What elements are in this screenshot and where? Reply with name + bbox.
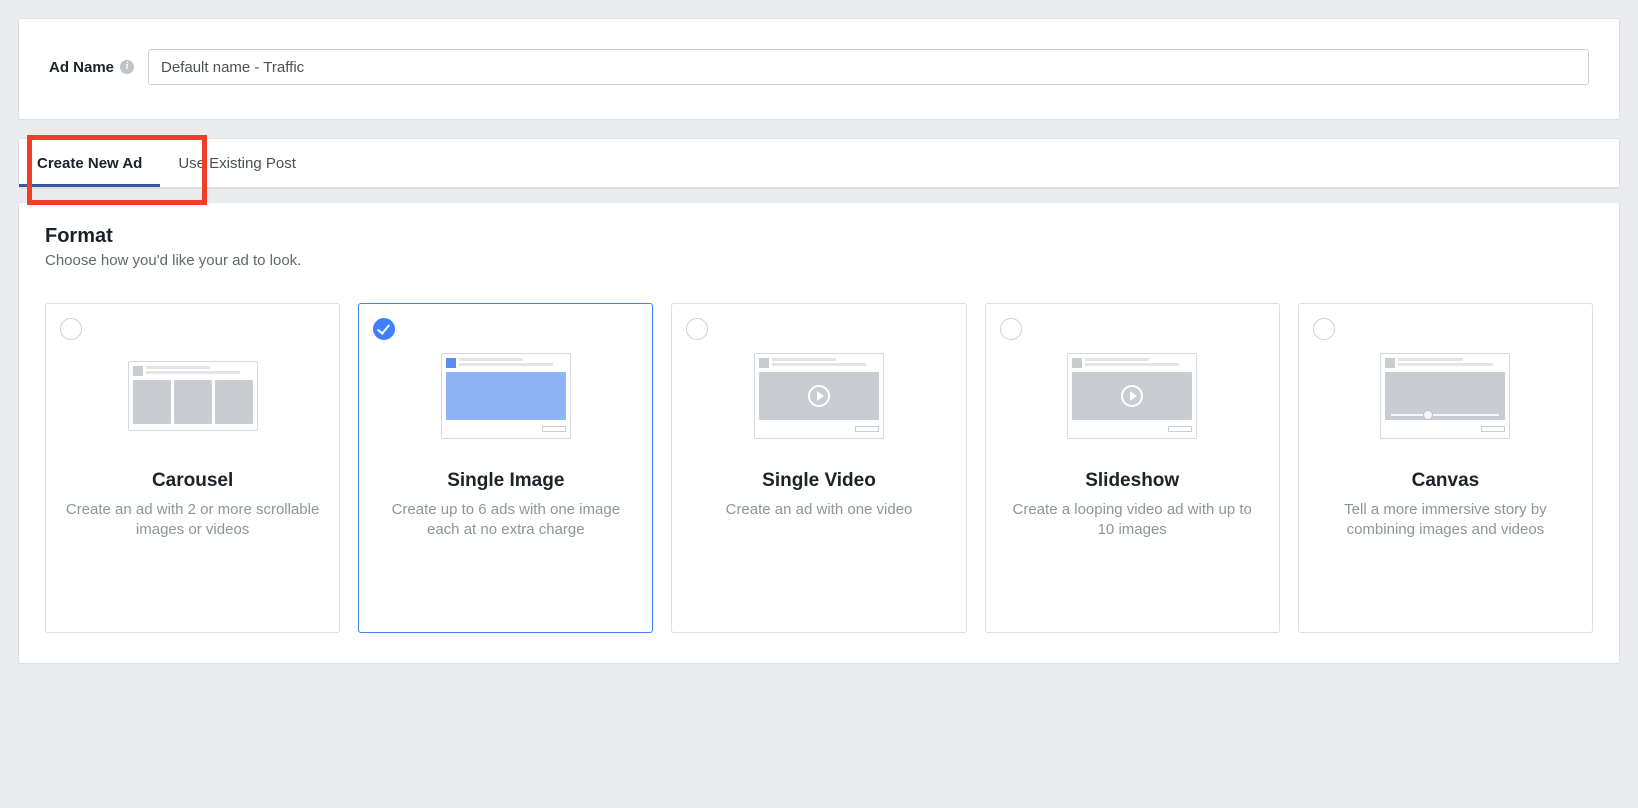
format-option-desc: Create up to 6 ads with one image each a… xyxy=(373,500,638,541)
format-option-desc: Tell a more immersive story by combining… xyxy=(1313,500,1578,541)
tab-use-existing-post[interactable]: Use Existing Post xyxy=(160,139,314,187)
format-option-title: Single Image xyxy=(373,470,638,492)
ad-name-card: Ad Name i xyxy=(18,18,1620,120)
ad-source-tabs: Create New Ad Use Existing Post xyxy=(19,139,1619,188)
radio-icon xyxy=(1313,318,1335,340)
tab-label: Create New Ad xyxy=(37,155,142,172)
format-option-title: Single Video xyxy=(686,470,951,492)
format-option-desc: Create a looping video ad with up to 10 … xyxy=(1000,500,1265,541)
format-option-single-video[interactable]: Single Video Create an ad with one video xyxy=(671,303,966,633)
format-illustration xyxy=(373,336,638,456)
ad-name-label: Ad Name i xyxy=(49,59,134,76)
tab-create-new-ad[interactable]: Create New Ad xyxy=(19,139,160,187)
ad-name-input[interactable] xyxy=(148,49,1589,85)
format-option-title: Carousel xyxy=(60,470,325,492)
format-option-title: Slideshow xyxy=(1000,470,1265,492)
format-illustration xyxy=(1000,336,1265,456)
radio-icon xyxy=(60,318,82,340)
format-option-slideshow[interactable]: Slideshow Create a looping video ad with… xyxy=(985,303,1280,633)
info-icon[interactable]: i xyxy=(120,60,134,74)
format-option-carousel[interactable]: Carousel Create an ad with 2 or more scr… xyxy=(45,303,340,633)
format-illustration xyxy=(1313,336,1578,456)
tab-label: Use Existing Post xyxy=(178,155,296,172)
format-option-desc: Create an ad with 2 or more scrollable i… xyxy=(60,500,325,541)
ad-creative-card: Create New Ad Use Existing Post xyxy=(18,138,1620,189)
format-options: Carousel Create an ad with 2 or more scr… xyxy=(45,303,1593,633)
format-option-single-image[interactable]: Single Image Create up to 6 ads with one… xyxy=(358,303,653,633)
radio-icon xyxy=(1000,318,1022,340)
format-subheading: Choose how you'd like your ad to look. xyxy=(45,252,1593,269)
format-card: Format Choose how you'd like your ad to … xyxy=(18,203,1620,664)
format-illustration xyxy=(60,336,325,456)
format-option-title: Canvas xyxy=(1313,470,1578,492)
format-illustration xyxy=(686,336,951,456)
format-option-canvas[interactable]: Canvas Tell a more immersive story by co… xyxy=(1298,303,1593,633)
format-option-desc: Create an ad with one video xyxy=(686,500,951,520)
format-heading: Format xyxy=(45,225,1593,248)
ad-name-label-text: Ad Name xyxy=(49,59,114,76)
